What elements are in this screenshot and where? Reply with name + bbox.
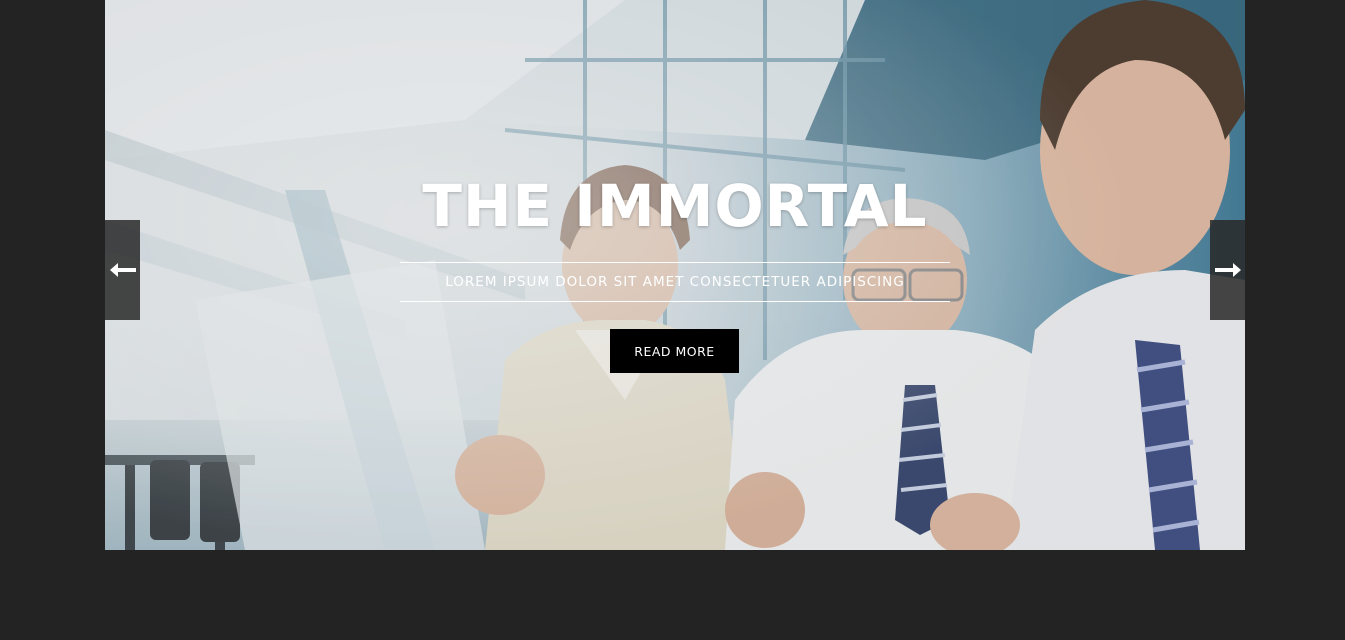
arrow-right-icon <box>1214 263 1241 277</box>
read-more-button[interactable]: READ MORE <box>610 329 739 373</box>
slide-title: THE IMMORTAL <box>422 172 928 240</box>
previous-slide-button[interactable] <box>105 220 140 320</box>
next-slide-button[interactable] <box>1210 220 1245 320</box>
slide-caption: THE IMMORTAL LOREM IPSUM DOLOR SIT AMET … <box>105 0 1245 550</box>
hero-slider: THE IMMORTAL LOREM IPSUM DOLOR SIT AMET … <box>105 0 1245 550</box>
arrow-left-icon <box>109 263 136 277</box>
slide-subtitle: LOREM IPSUM DOLOR SIT AMET CONSECTETUER … <box>445 274 905 290</box>
subtitle-box: LOREM IPSUM DOLOR SIT AMET CONSECTETUER … <box>400 262 950 302</box>
page: THE IMMORTAL LOREM IPSUM DOLOR SIT AMET … <box>0 0 1345 640</box>
